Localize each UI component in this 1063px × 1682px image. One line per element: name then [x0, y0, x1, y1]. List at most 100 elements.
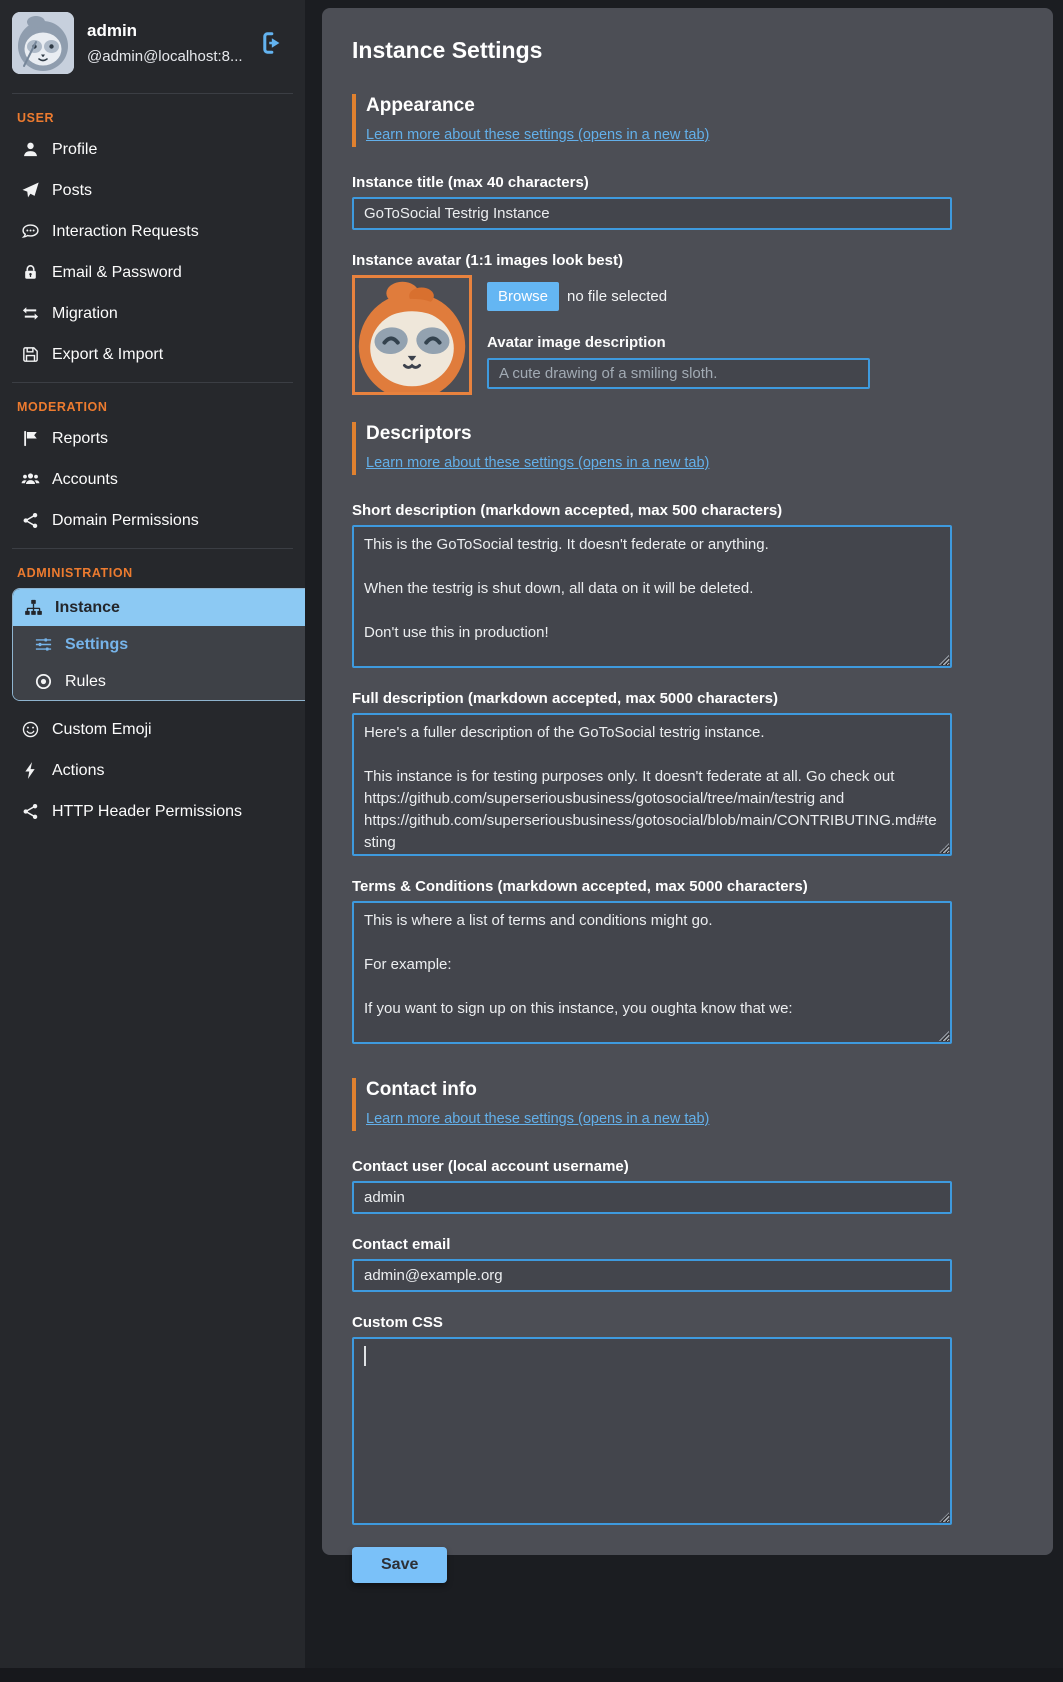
contact-user-label: Contact user (local account username)	[352, 1158, 952, 1175]
divider	[12, 93, 293, 94]
sign-out-icon[interactable]	[261, 30, 287, 56]
descriptors-learn-more-link[interactable]: Learn more about these settings (opens i…	[366, 455, 709, 471]
save-button[interactable]: Save	[352, 1547, 447, 1583]
instance-submenu: Settings Rules	[13, 626, 305, 700]
sidebar-item-actions[interactable]: Actions	[0, 750, 305, 791]
sloth-avatar-icon	[12, 12, 74, 74]
sidebar-item-label: Custom Emoji	[52, 721, 152, 739]
sidebar-item-instance[interactable]: Instance	[13, 589, 305, 626]
instance-avatar-field: Instance avatar (1:1 images look best)	[352, 252, 1063, 395]
sidebar-item-label: Accounts	[52, 471, 118, 489]
sidebar-item-label: HTTP Header Permissions	[52, 803, 242, 821]
sidebar-item-label: Export & Import	[52, 346, 163, 364]
share-nodes-icon	[21, 511, 40, 530]
contact-section-header: Contact info Learn more about these sett…	[352, 1078, 1023, 1131]
file-status-text: no file selected	[567, 288, 667, 305]
sidebar-item-posts[interactable]: Posts	[0, 170, 305, 211]
terms-field: Terms & Conditions (markdown accepted, m…	[352, 878, 952, 1044]
settings-panel: Instance Settings Appearance Learn more …	[322, 8, 1053, 1555]
user-avatar	[12, 12, 74, 74]
appearance-section-header: Appearance Learn more about these settin…	[352, 94, 1023, 147]
full-description-field: Full description (markdown accepted, max…	[352, 690, 952, 856]
contact-learn-more-link[interactable]: Learn more about these settings (opens i…	[366, 1111, 709, 1127]
sidebar-item-label: Reports	[52, 430, 108, 448]
contact-user-input[interactable]	[352, 1181, 952, 1214]
sidebar-item-label: Email & Password	[52, 264, 182, 282]
full-description-label: Full description (markdown accepted, max…	[352, 690, 952, 707]
descriptors-heading: Descriptors	[366, 423, 1023, 445]
sidebar-item-profile[interactable]: Profile	[0, 129, 305, 170]
contact-email-label: Contact email	[352, 1236, 952, 1253]
user-meta: admin @admin@localhost:8...	[87, 21, 248, 65]
sidebar: admin @admin@localhost:8... USER Profile…	[0, 0, 305, 1668]
sidebar-item-reports[interactable]: Reports	[0, 418, 305, 459]
sidebar-item-label: Rules	[65, 673, 106, 691]
paper-plane-icon	[21, 181, 40, 200]
appearance-learn-more-link[interactable]: Learn more about these settings (opens i…	[366, 127, 709, 143]
sidebar-item-domain-permissions[interactable]: Domain Permissions	[0, 500, 305, 541]
user-icon	[21, 140, 40, 159]
contact-email-input[interactable]	[352, 1259, 952, 1292]
descriptors-section-header: Descriptors Learn more about these setti…	[352, 422, 1023, 475]
contact-heading: Contact info	[366, 1079, 1023, 1101]
custom-css-field: Custom CSS	[352, 1314, 952, 1525]
sitemap-icon	[24, 598, 43, 617]
sidebar-item-label: Posts	[52, 182, 92, 200]
terms-label: Terms & Conditions (markdown accepted, m…	[352, 878, 952, 895]
flag-icon	[21, 429, 40, 448]
sidebar-item-http-header-permissions[interactable]: HTTP Header Permissions	[0, 791, 305, 832]
floppy-disk-icon	[21, 345, 40, 364]
sidebar-item-interaction-requests[interactable]: Interaction Requests	[0, 211, 305, 252]
users-icon	[21, 470, 40, 489]
dot-circle-icon	[34, 672, 53, 691]
full-description-textarea[interactable]: Here's a fuller description of the GoToS…	[352, 713, 952, 856]
comment-dots-icon	[21, 222, 40, 241]
sidebar-item-accounts[interactable]: Accounts	[0, 459, 305, 500]
terms-textarea[interactable]: This is where a list of terms and condit…	[352, 901, 952, 1044]
sidebar-item-migration[interactable]: Migration	[0, 293, 305, 334]
short-description-label: Short description (markdown accepted, ma…	[352, 502, 952, 519]
sidebar-item-label: Migration	[52, 305, 118, 323]
sidebar-item-label: Profile	[52, 141, 97, 159]
user-card: admin @admin@localhost:8...	[0, 0, 305, 86]
sidebar-item-label: Interaction Requests	[52, 223, 199, 241]
sloth-mascot-image	[355, 278, 469, 392]
share-nodes-icon	[21, 802, 40, 821]
sidebar-item-email-password[interactable]: Email & Password	[0, 252, 305, 293]
instance-menu-block: Instance Settings Rules	[12, 588, 305, 701]
text-cursor	[364, 1346, 366, 1366]
section-caption-user: USER	[17, 111, 305, 125]
user-handle: @admin@localhost:8...	[87, 48, 248, 65]
sidebar-item-export-import[interactable]: Export & Import	[0, 334, 305, 375]
sidebar-item-instance-rules[interactable]: Rules	[13, 663, 305, 700]
section-caption-moderation: MODERATION	[17, 400, 305, 414]
instance-title-label: Instance title (max 40 characters)	[352, 174, 952, 191]
contact-email-field: Contact email	[352, 1236, 952, 1292]
appearance-heading: Appearance	[366, 95, 1023, 117]
browse-button[interactable]: Browse	[487, 282, 559, 311]
avatar-description-label: Avatar image description	[487, 334, 870, 351]
custom-css-textarea[interactable]	[352, 1337, 952, 1525]
instance-title-field: Instance title (max 40 characters)	[352, 174, 952, 230]
instance-title-input[interactable]	[352, 197, 952, 230]
instance-avatar-label: Instance avatar (1:1 images look best)	[352, 252, 1063, 269]
sidebar-item-instance-settings[interactable]: Settings	[13, 626, 305, 663]
sidebar-item-label: Settings	[65, 636, 128, 654]
bolt-icon	[21, 761, 40, 780]
user-name: admin	[87, 21, 248, 41]
app-background: admin @admin@localhost:8... USER Profile…	[0, 0, 1063, 1668]
contact-user-field: Contact user (local account username)	[352, 1158, 952, 1214]
custom-css-label: Custom CSS	[352, 1314, 952, 1331]
sidebar-item-custom-emoji[interactable]: Custom Emoji	[0, 709, 305, 750]
exchange-arrows-icon	[21, 304, 40, 323]
page-title: Instance Settings	[352, 37, 1023, 64]
sliders-icon	[34, 635, 53, 654]
divider	[12, 382, 293, 383]
short-description-textarea[interactable]: This is the GoToSocial testrig. It doesn…	[352, 525, 952, 668]
section-caption-administration: ADMINISTRATION	[17, 566, 305, 580]
avatar-description-input[interactable]	[487, 358, 870, 389]
instance-avatar-preview	[352, 275, 472, 395]
lock-icon	[21, 263, 40, 282]
divider	[12, 548, 293, 549]
smile-icon	[21, 720, 40, 739]
